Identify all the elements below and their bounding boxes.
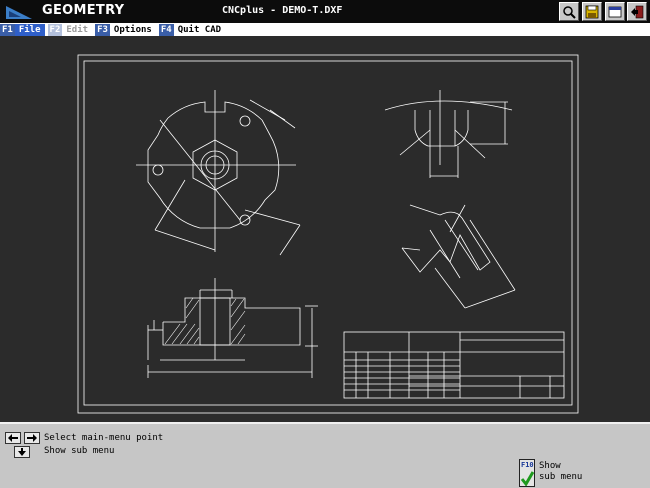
cad-drawing xyxy=(77,54,579,414)
menu-options[interactable]: Options xyxy=(110,24,156,36)
f10-key-label: F10 xyxy=(521,461,534,469)
title-bar: GEOMETRY CNCplus - DEMO-T.DXF xyxy=(0,0,650,23)
f10-text-line-2: sub menu xyxy=(539,472,583,482)
arrow-right-icon xyxy=(27,434,37,442)
f10-button[interactable]: F10 xyxy=(519,459,535,487)
app-name: GEOMETRY xyxy=(42,3,125,18)
menu-edit[interactable]: Edit xyxy=(62,24,92,36)
down-arrow-key[interactable] xyxy=(14,446,30,458)
sheet-border-inner xyxy=(83,60,573,406)
exit-icon xyxy=(631,5,644,18)
sheet-border-outer xyxy=(77,54,579,414)
checkmark-icon xyxy=(521,471,534,486)
geometry-logo-icon xyxy=(5,4,33,20)
f4-key: F4 xyxy=(158,23,174,36)
f10-text-line-1: Show xyxy=(539,461,561,471)
side-view-top xyxy=(384,90,513,178)
zoom-button[interactable] xyxy=(559,2,579,21)
status-hint-sub: Show sub menu xyxy=(44,446,115,456)
right-arrow-key[interactable] xyxy=(24,432,40,444)
front-view-part xyxy=(136,90,301,256)
disk-icon xyxy=(585,5,599,18)
window-button[interactable] xyxy=(605,2,625,21)
status-hint-main: Select main-menu point xyxy=(44,433,164,443)
arrow-left-icon xyxy=(8,434,18,442)
side-view-rotated xyxy=(401,204,516,309)
arrow-down-icon xyxy=(18,448,26,456)
file-title: CNCplus - DEMO-T.DXF xyxy=(222,5,343,16)
drawing-canvas[interactable] xyxy=(0,36,650,422)
status-bar: Select main-menu point Show sub menu F10… xyxy=(0,422,650,488)
magnifier-icon xyxy=(563,5,576,19)
menu-quit-cad[interactable]: Quit CAD xyxy=(174,24,225,36)
menu-bar: F1 File F2 Edit F3 Options F4 Quit CAD xyxy=(0,23,650,36)
f2-key: F2 xyxy=(47,23,63,36)
exit-button[interactable] xyxy=(627,2,647,21)
f1-key: F1 xyxy=(0,23,15,36)
save-button[interactable] xyxy=(582,2,602,21)
section-view xyxy=(147,278,318,378)
left-arrow-key[interactable] xyxy=(5,432,21,444)
title-block xyxy=(343,331,565,399)
window-icon xyxy=(608,6,622,17)
f3-key: F3 xyxy=(95,23,110,36)
menu-file[interactable]: File xyxy=(14,23,45,36)
